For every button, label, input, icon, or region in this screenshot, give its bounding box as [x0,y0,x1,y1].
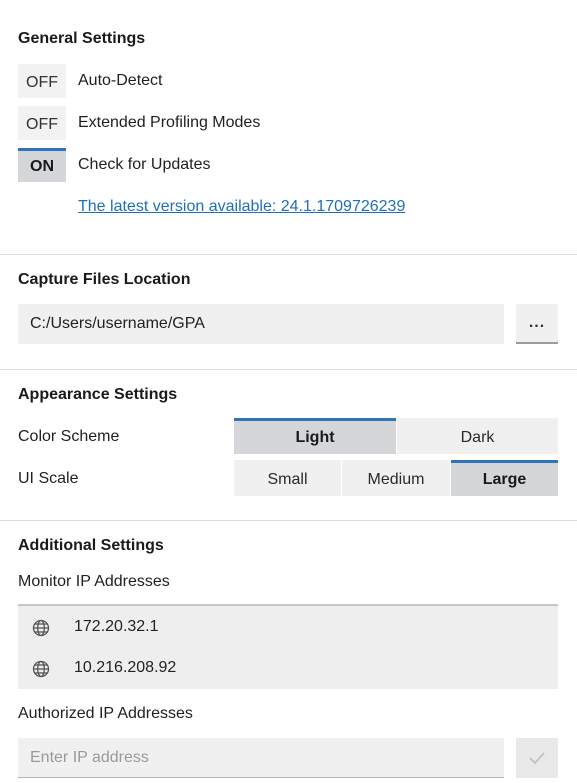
general-settings-title: General Settings [18,30,146,47]
globe-icon [32,660,50,678]
color-scheme-light-option[interactable]: Light [234,418,396,454]
extended-profiling-label: Extended Profiling Modes [78,114,261,131]
section-divider [0,520,577,521]
color-scheme-dark-option[interactable]: Dark [397,418,558,454]
section-divider [0,254,577,255]
ip-address: 172.20.32.1 [74,618,159,635]
authorized-ip-input[interactable] [18,738,504,778]
monitor-ip-label: Monitor IP Addresses [18,573,170,590]
browse-button[interactable]: ... [516,304,558,344]
color-scheme-label: Color Scheme [18,428,120,445]
add-ip-button[interactable] [516,738,558,778]
latest-version-link[interactable]: The latest version available: 24.1.17097… [78,198,405,216]
check-updates-label: Check for Updates [78,156,211,173]
ui-scale-small-option[interactable]: Small [234,460,341,496]
authorized-ip-label: Authorized IP Addresses [18,705,193,722]
capture-location-title: Capture Files Location [18,271,191,288]
extended-profiling-toggle[interactable]: OFF [18,106,66,140]
ui-scale-large-option[interactable]: Large [451,460,558,496]
ui-scale-medium-option[interactable]: Medium [342,460,450,496]
checkmark-icon [529,752,545,765]
appearance-settings-title: Appearance Settings [18,386,178,403]
list-item[interactable]: 172.20.32.1 [18,607,558,647]
capture-path-field[interactable]: C:/Users/username/GPA [18,304,504,344]
auto-detect-label: Auto-Detect [78,72,163,89]
monitor-ip-list: 172.20.32.1 10.216.208.92 [18,604,558,689]
additional-settings-title: Additional Settings [18,537,164,554]
ip-address: 10.216.208.92 [74,659,177,676]
section-divider [0,369,577,370]
globe-icon [32,619,50,637]
ui-scale-label: UI Scale [18,470,79,487]
list-item[interactable]: 10.216.208.92 [18,648,558,688]
check-updates-toggle[interactable]: ON [18,148,66,182]
auto-detect-toggle[interactable]: OFF [18,64,66,98]
